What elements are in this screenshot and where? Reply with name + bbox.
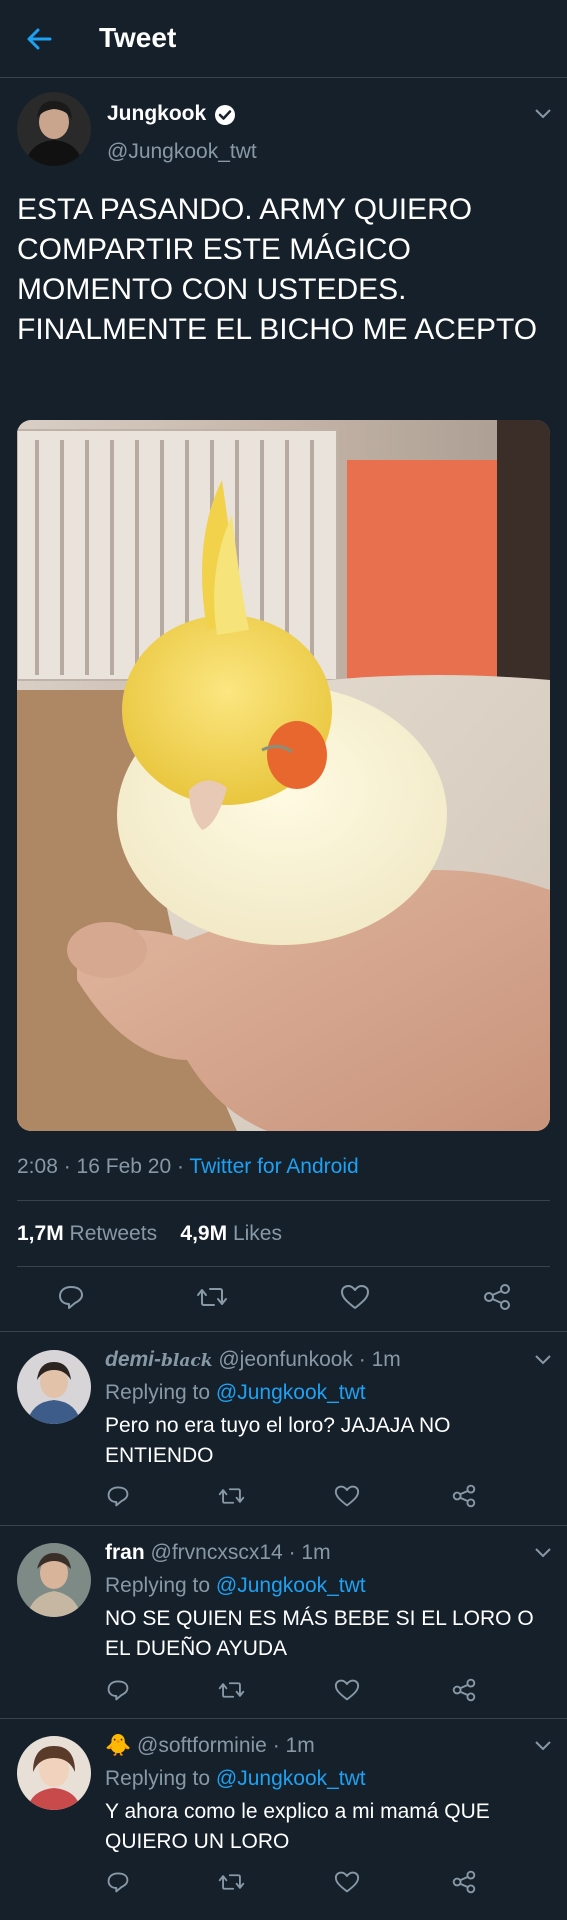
chevron-down-icon[interactable] xyxy=(534,108,552,120)
like-icon[interactable] xyxy=(334,1870,360,1894)
tweet-photo[interactable] xyxy=(17,420,550,1131)
reply-text: Y ahora como le explico a mi mamá QUE QU… xyxy=(105,1800,490,1853)
tweet-date: 16 Feb 20 xyxy=(76,1155,172,1178)
mention-link[interactable]: @Jungkook_twt xyxy=(216,1381,366,1404)
reply-author-handle[interactable]: @jeonfunkook xyxy=(218,1348,353,1371)
replying-to: Replying to @Jungkook_twt xyxy=(105,1381,366,1404)
retweet-icon[interactable] xyxy=(218,1870,245,1894)
chevron-down-icon[interactable] xyxy=(534,1547,552,1559)
tweet-time: 2:08 xyxy=(17,1155,58,1178)
reply-avatar[interactable] xyxy=(17,1543,91,1617)
reply-author-handle[interactable]: @frvncxscx14 xyxy=(151,1541,283,1564)
mention-link[interactable]: @Jungkook_twt xyxy=(216,1767,366,1790)
reply-author-name[interactable]: 🐥 xyxy=(105,1734,131,1757)
author-name[interactable]: Jungkook xyxy=(107,102,206,126)
reply-author-name-suffix[interactable]: black xyxy=(161,1351,213,1371)
reply-header: fran @frvncxscx14 · 1m xyxy=(105,1541,331,1564)
author-handle[interactable]: @Jungkook_twt xyxy=(107,140,257,164)
chevron-down-icon[interactable] xyxy=(534,1740,552,1752)
likes-label[interactable]: Likes xyxy=(233,1222,282,1245)
like-icon[interactable] xyxy=(340,1283,370,1311)
top-bar: Tweet xyxy=(0,0,567,78)
like-icon[interactable] xyxy=(334,1484,360,1508)
share-icon[interactable] xyxy=(482,1283,512,1311)
reply-text: Pero no era tuyo el loro? JAJAJA NO ENTI… xyxy=(105,1414,451,1467)
retweets-count[interactable]: 1,7M xyxy=(17,1222,64,1245)
reply-time: 1m xyxy=(285,1734,315,1757)
back-arrow-icon[interactable] xyxy=(24,24,54,54)
tweet-stats: 1,7M Retweets 4,9M Likes xyxy=(17,1222,282,1246)
reply-avatar[interactable] xyxy=(17,1350,91,1424)
chevron-down-icon[interactable] xyxy=(534,1354,552,1366)
reply-time: 1m xyxy=(301,1541,331,1564)
mention-link[interactable]: @Jungkook_twt xyxy=(216,1574,366,1597)
divider xyxy=(17,1200,550,1201)
retweet-icon[interactable] xyxy=(218,1678,245,1702)
reply-icon[interactable] xyxy=(106,1484,130,1508)
tweet-text: ESTA PASANDO. ARMY QUIERO COMPARTIR ESTE… xyxy=(17,193,538,346)
reply-author-name[interactable]: demi- xyxy=(105,1348,161,1371)
reply-text: NO SE QUIEN ES MÁS BEBE SI EL LORO O EL … xyxy=(105,1607,534,1660)
replying-to: Replying to @Jungkook_twt xyxy=(105,1767,366,1790)
divider xyxy=(0,1331,567,1332)
divider xyxy=(0,1525,567,1526)
reply-avatar[interactable] xyxy=(17,1736,91,1810)
divider xyxy=(17,1266,550,1267)
reply-icon[interactable] xyxy=(106,1870,130,1894)
verified-badge-icon xyxy=(215,105,235,125)
reply-author-name[interactable]: fran xyxy=(105,1541,145,1564)
share-icon[interactable] xyxy=(451,1678,477,1702)
tweet-meta: 2:08 · 16 Feb 20 · Twitter for Android xyxy=(17,1155,359,1178)
retweets-label[interactable]: Retweets xyxy=(70,1222,158,1245)
share-icon[interactable] xyxy=(451,1484,477,1508)
reply-icon[interactable] xyxy=(57,1283,85,1311)
retweet-icon[interactable] xyxy=(218,1484,245,1508)
page-title: Tweet xyxy=(99,22,177,53)
author-avatar[interactable] xyxy=(17,92,91,166)
divider xyxy=(0,1718,567,1719)
reply-icon[interactable] xyxy=(106,1678,130,1702)
like-icon[interactable] xyxy=(334,1678,360,1702)
reply-header: 🐥 @softforminie · 1m xyxy=(105,1734,315,1757)
reply-time: 1m xyxy=(371,1348,401,1371)
reply-author-handle[interactable]: @softforminie xyxy=(137,1734,267,1757)
replying-to: Replying to @Jungkook_twt xyxy=(105,1574,366,1597)
retweet-icon[interactable] xyxy=(196,1283,228,1311)
reply-header: demi-black @jeonfunkook · 1m xyxy=(105,1348,401,1371)
likes-count[interactable]: 4,9M xyxy=(180,1222,227,1245)
tweet-source-link[interactable]: Twitter for Android xyxy=(189,1155,358,1178)
share-icon[interactable] xyxy=(451,1870,477,1894)
